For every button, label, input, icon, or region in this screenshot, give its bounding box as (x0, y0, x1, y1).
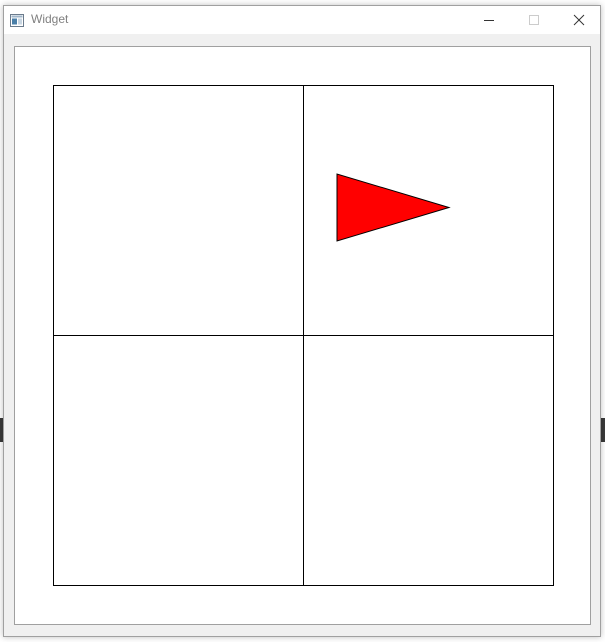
maximize-button[interactable] (511, 6, 556, 34)
canvas-svg (53, 85, 554, 586)
close-button[interactable] (556, 6, 601, 34)
widget-window: Widget (3, 5, 601, 637)
window-title: Widget (31, 12, 69, 26)
maximize-icon (528, 15, 539, 25)
background-app-edge (601, 418, 605, 442)
minimize-button[interactable] (466, 6, 511, 34)
drawing-area[interactable] (14, 46, 591, 625)
close-icon (573, 14, 584, 26)
app-window-icon (10, 12, 24, 27)
minimize-icon (483, 20, 494, 21)
title-bar[interactable]: Widget (4, 6, 600, 34)
